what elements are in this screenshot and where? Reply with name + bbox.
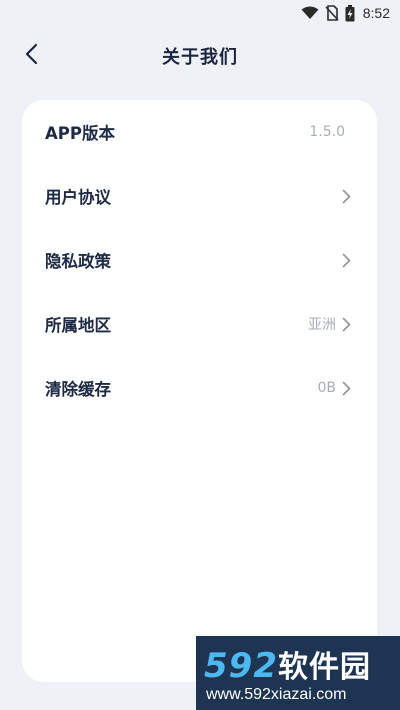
settings-row-clear-cache[interactable]: 清除缓存 0B bbox=[22, 356, 377, 420]
row-label: 清除缓存 bbox=[45, 380, 111, 399]
settings-row-privacy-policy[interactable]: 隐私政策 bbox=[22, 228, 377, 292]
status-time: 8:52 bbox=[362, 5, 390, 21]
chevron-right-icon bbox=[342, 317, 351, 332]
watermark-logo: 592软件园 bbox=[204, 642, 371, 686]
row-value: 0B bbox=[317, 380, 336, 396]
row-value: 1.5.0 bbox=[309, 124, 345, 140]
watermark-logo-num: 592 bbox=[204, 646, 278, 686]
watermark-logo-cn: 软件园 bbox=[277, 650, 371, 685]
row-label: 隐私政策 bbox=[45, 252, 111, 271]
chevron-right-icon bbox=[342, 381, 351, 396]
watermark-url: www.592xiazai.com bbox=[206, 686, 347, 703]
chevron-right-icon bbox=[342, 189, 351, 204]
settings-row-app-version[interactable]: APP版本 1.5.0 bbox=[22, 100, 377, 164]
settings-card: APP版本 1.5.0 用户协议 隐私政策 所属地区 亚洲 清除缓存 0B bbox=[22, 100, 377, 682]
row-label: 用户协议 bbox=[45, 188, 111, 207]
row-value: 亚洲 bbox=[308, 317, 336, 333]
no-sim-icon bbox=[325, 5, 339, 21]
watermark: 592软件园 www.592xiazai.com bbox=[196, 636, 400, 710]
wifi-icon bbox=[301, 6, 319, 20]
row-label: APP版本 bbox=[45, 124, 115, 143]
battery-charging-icon bbox=[345, 4, 355, 22]
page-title: 关于我们 bbox=[162, 47, 238, 68]
row-label: 所属地区 bbox=[45, 316, 111, 335]
settings-row-user-agreement[interactable]: 用户协议 bbox=[22, 164, 377, 228]
settings-row-region[interactable]: 所属地区 亚洲 bbox=[22, 292, 377, 356]
status-bar: 8:52 bbox=[0, 0, 400, 26]
chevron-right-icon bbox=[342, 253, 351, 268]
header: 关于我们 bbox=[0, 30, 400, 82]
